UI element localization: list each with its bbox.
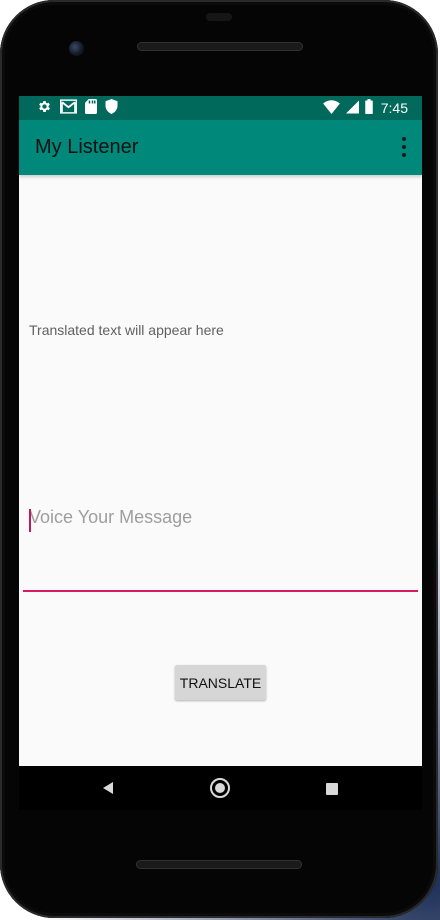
app-bar: My Listener: [19, 120, 422, 175]
page: 7:45 My Listener Translated text will ap…: [0, 0, 440, 920]
text-cursor: [29, 509, 31, 532]
earpiece-slot: [206, 13, 232, 21]
sd-card-icon: [85, 98, 97, 118]
menu-dot: [402, 153, 406, 157]
home-icon[interactable]: [210, 778, 230, 798]
gear-icon: [37, 99, 52, 118]
status-time: 7:45: [380, 100, 408, 116]
app-title: My Listener: [35, 136, 139, 158]
menu-dot: [402, 137, 406, 141]
translated-text-view: Translated text will appear here: [29, 322, 224, 338]
gmail-icon: [60, 98, 77, 118]
top-speaker-grille: [137, 42, 303, 51]
message-input-container: [23, 501, 418, 593]
translate-button[interactable]: TRANSLATE: [175, 665, 266, 700]
more-vert-icon[interactable]: [400, 137, 408, 157]
front-camera: [69, 41, 84, 56]
screen: 7:45 My Listener Translated text will ap…: [19, 96, 422, 806]
menu-dot: [402, 145, 406, 149]
battery-icon: [365, 98, 373, 118]
status-bar: 7:45: [19, 96, 422, 120]
shield-icon: [105, 98, 118, 118]
back-icon[interactable]: [103, 782, 113, 794]
signal-icon: [345, 99, 359, 118]
status-icons-left: [37, 98, 118, 118]
bottom-speaker-grille: [136, 860, 302, 869]
recents-icon[interactable]: [326, 783, 338, 795]
voice-message-input[interactable]: [23, 501, 418, 592]
phone-frame: 7:45 My Listener Translated text will ap…: [0, 0, 438, 918]
navigation-bar: [19, 766, 422, 810]
status-icons-right: 7:45: [322, 98, 408, 118]
wifi-icon: [322, 99, 340, 118]
